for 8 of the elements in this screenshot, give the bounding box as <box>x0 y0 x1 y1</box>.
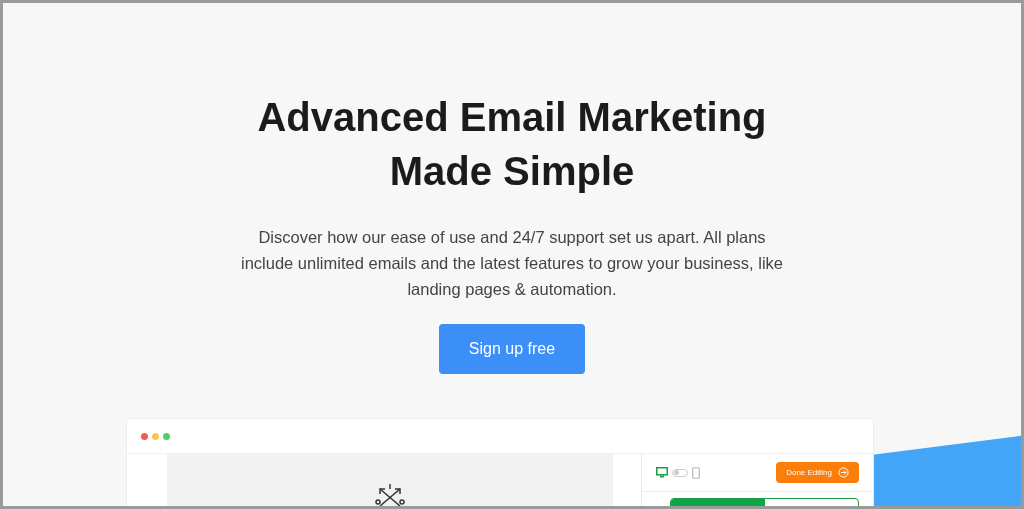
crossed-arrows-icon <box>375 484 405 506</box>
hero-title: Advanced Email Marketing Made Simple <box>257 94 767 195</box>
arrow-circle-icon <box>838 467 849 478</box>
hero-description: Discover how our ease of use and 24/7 support set us apart. All plans include unlimited emails and the latest features to grow your business, like landing pages & automation. <box>239 227 784 300</box>
done-editing-button[interactable]: Done Editing <box>776 462 859 483</box>
signup-button[interactable]: Sign up free <box>439 324 585 374</box>
phone-icon[interactable] <box>692 466 700 479</box>
monitor-icon[interactable] <box>656 467 668 478</box>
